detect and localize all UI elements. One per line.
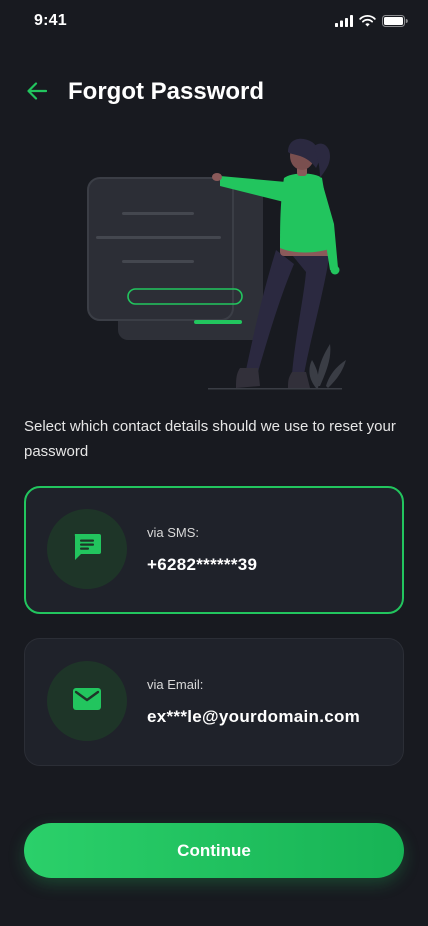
battery-icon: [382, 14, 408, 32]
sms-icon-circle: [47, 509, 127, 589]
status-bar: 9:41: [0, 0, 428, 44]
page-title: Forgot Password: [68, 78, 265, 105]
status-icons: [335, 14, 408, 32]
mail-icon: [72, 687, 102, 716]
email-icon-circle: [47, 661, 127, 741]
email-option-card[interactable]: via Email: ex***le@yourdomain.com: [24, 638, 404, 766]
back-button[interactable]: [24, 80, 50, 106]
status-time: 9:41: [34, 12, 67, 29]
email-option-value: ex***le@yourdomain.com: [147, 707, 361, 726]
header: Forgot Password: [0, 70, 428, 118]
sms-option-card[interactable]: via SMS: +6282******39: [24, 486, 404, 614]
forgot-password-illustration: [80, 132, 350, 394]
instruction-text: Select which contact details should we u…: [24, 418, 396, 460]
email-option-label: via Email:: [147, 677, 204, 692]
sms-option-label: via SMS:: [147, 525, 200, 540]
wifi-icon: [359, 14, 376, 32]
continue-button[interactable]: Continue: [24, 823, 404, 878]
chat-message-icon: [72, 533, 102, 566]
cellular-signal-icon: [335, 14, 353, 32]
arrow-left-icon: [27, 81, 48, 105]
sms-option-value: +6282******39: [147, 555, 258, 574]
